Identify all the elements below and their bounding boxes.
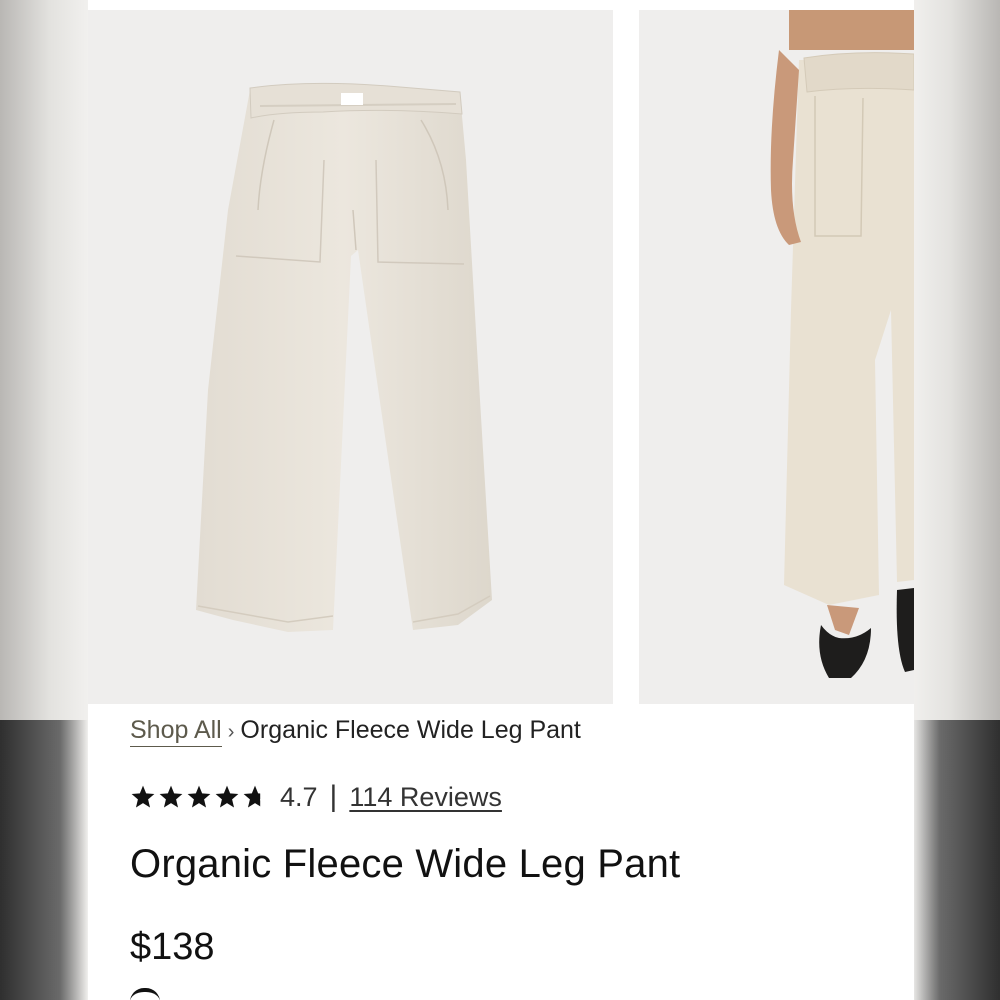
star-filled-icon [131,785,155,808]
star-rating [130,784,268,810]
star-filled-icon [159,785,183,808]
breadcrumb-current: Organic Fleece Wide Leg Pant [240,716,581,744]
reviews-link[interactable]: 114 Reviews [349,782,502,813]
product-price: $138 [130,926,215,968]
breadcrumb-shop-all-link[interactable]: Shop All [130,716,222,747]
star-partial-icon [242,784,268,809]
rating-value: 4.7 [280,781,318,812]
star-filled-icon [215,785,239,808]
model-wearing-pant-image[interactable] [639,10,914,704]
rating-summary: 4.7 | 114 Reviews [130,780,502,814]
product-title: Organic Fleece Wide Leg Pant [130,842,681,886]
rating-divider: | [329,780,338,813]
star-filled-icon [187,785,211,808]
product-page: Shop All › Organic Fleece Wide Leg Pant … [88,0,914,1000]
flat-lay-pant-image[interactable] [88,10,613,704]
partially-visible-text [130,988,160,1000]
breadcrumb: Shop All › Organic Fleece Wide Leg Pant [130,716,581,747]
breadcrumb-separator: › [227,721,235,743]
image-gallery[interactable] [88,10,914,704]
